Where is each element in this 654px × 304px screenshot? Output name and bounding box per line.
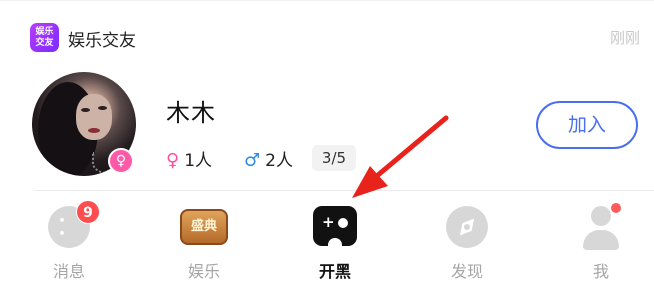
female-icon: ♀ (166, 150, 180, 171)
nav-item-messages[interactable]: • • 9 消息 (19, 200, 119, 290)
message-icon: • • 9 (48, 200, 100, 248)
top-divider (0, 0, 654, 1)
profile-icon (580, 202, 622, 250)
unread-badge: 9 (76, 200, 100, 224)
compass-icon (446, 206, 488, 248)
female-count: ♀ 1人 (166, 150, 213, 171)
nav-label-entertainment: 娱乐 (187, 262, 220, 281)
capacity-badge: 3/5 (312, 145, 356, 171)
nav-item-entertainment[interactable]: 盛典 娱乐 (154, 200, 254, 290)
card-header: 娱乐 交友 娱乐交友 刚刚 (30, 20, 640, 56)
nav-label-play-together: 开黑 (318, 262, 351, 281)
gamepad-icon: + (313, 206, 357, 247)
nav-label-messages: 消息 (52, 262, 85, 281)
notification-dot (610, 202, 622, 214)
room-name: 木木 (166, 99, 216, 127)
app-badge-icon: 娱乐 交友 (30, 23, 59, 52)
divider (34, 190, 654, 191)
female-gender-icon: ♀ (108, 148, 134, 174)
nav-label-discover: 发现 (450, 262, 483, 281)
app-name: 娱乐交友 (68, 31, 136, 51)
nav-item-play-together[interactable]: + 开黑 (285, 200, 385, 290)
entertainment-icon: 盛典 (180, 206, 228, 245)
male-count: ♂ 2人 (244, 150, 293, 171)
nav-item-me[interactable]: 我 (551, 200, 651, 290)
nav-label-me: 我 (592, 262, 609, 281)
nav-item-discover[interactable]: 发现 (417, 200, 517, 290)
join-button[interactable]: 加入 (536, 101, 638, 149)
male-icon: ♂ (244, 150, 261, 171)
timestamp: 刚刚 (609, 29, 640, 47)
